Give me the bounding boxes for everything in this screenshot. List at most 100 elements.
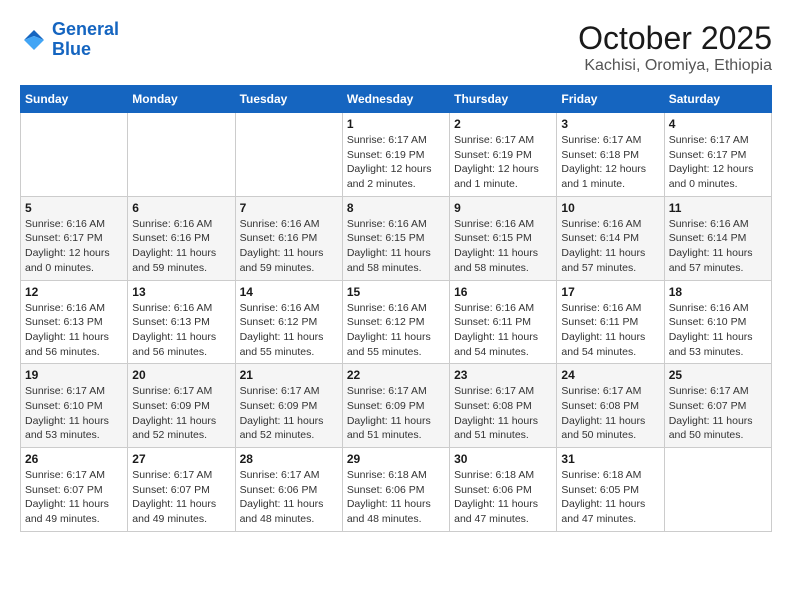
day-number: 6: [132, 201, 230, 215]
calendar-day-21: 21 Sunrise: 6:17 AMSunset: 6:09 PMDayligh…: [235, 364, 342, 448]
day-info: Sunrise: 6:16 AMSunset: 6:16 PMDaylight:…: [240, 217, 338, 276]
day-info: Sunrise: 6:17 AMSunset: 6:19 PMDaylight:…: [454, 133, 552, 192]
calendar-day-3: 3Sunrise: 6:17 AMSunset: 6:18 PMDaylight…: [557, 113, 664, 197]
weekday-header-sunday: Sunday: [21, 86, 128, 113]
title-block: October 2025 Kachisi, Oromiya, Ethiopia: [578, 20, 772, 75]
calendar-day-25: 25 Sunrise: 6:17 AMSunset: 6:07 PMDayligh…: [664, 364, 771, 448]
calendar-day-10: 10 Sunrise: 6:16 AMSunset: 6:14 PMDayligh…: [557, 196, 664, 280]
weekday-header-monday: Monday: [128, 86, 235, 113]
calendar-week-2: 5 Sunrise: 6:16 AMSunset: 6:17 PMDaylight…: [21, 196, 772, 280]
day-info: Sunrise: 6:16 AMSunset: 6:10 PMDaylight:…: [669, 301, 767, 360]
calendar-day-15: 15Sunrise: 6:16 AMSunset: 6:12 PMDayligh…: [342, 280, 449, 364]
day-info: Sunrise: 6:17 AMSunset: 6:08 PMDaylight:…: [561, 384, 659, 443]
empty-cell: [664, 448, 771, 532]
calendar-day-11: 11 Sunrise: 6:16 AMSunset: 6:14 PMDayligh…: [664, 196, 771, 280]
day-info: Sunrise: 6:18 AMSunset: 6:06 PMDaylight:…: [347, 468, 445, 527]
calendar-day-30: 30Sunrise: 6:18 AMSunset: 6:06 PMDayligh…: [450, 448, 557, 532]
calendar-day-24: 24 Sunrise: 6:17 AMSunset: 6:08 PMDayligh…: [557, 364, 664, 448]
day-info: Sunrise: 6:17 AMSunset: 6:09 PMDaylight:…: [240, 384, 338, 443]
day-info: Sunrise: 6:17 AMSunset: 6:19 PMDaylight:…: [347, 133, 445, 192]
calendar-day-23: 23 Sunrise: 6:17 AMSunset: 6:08 PMDayligh…: [450, 364, 557, 448]
calendar-day-26: 26 Sunrise: 6:17 AMSunset: 6:07 PMDayligh…: [21, 448, 128, 532]
day-info: Sunrise: 6:18 AMSunset: 6:05 PMDaylight:…: [561, 468, 659, 527]
day-info: Sunrise: 6:17 AMSunset: 6:07 PMDaylight:…: [132, 468, 230, 527]
weekday-header-wednesday: Wednesday: [342, 86, 449, 113]
day-info: Sunrise: 6:16 AMSunset: 6:13 PMDaylight:…: [25, 301, 123, 360]
day-number: 31: [561, 452, 659, 466]
calendar-week-4: 19 Sunrise: 6:17 AMSunset: 6:10 PMDayligh…: [21, 364, 772, 448]
page-header: General Blue October 2025 Kachisi, Oromi…: [20, 20, 772, 75]
day-number: 11: [669, 201, 767, 215]
day-info: Sunrise: 6:17 AMSunset: 6:17 PMDaylight:…: [669, 133, 767, 192]
weekday-header-friday: Friday: [557, 86, 664, 113]
day-number: 12: [25, 285, 123, 299]
day-number: 21: [240, 368, 338, 382]
calendar-table: SundayMondayTuesdayWednesdayThursdayFrid…: [20, 85, 772, 532]
calendar-day-28: 28Sunrise: 6:17 AMSunset: 6:06 PMDayligh…: [235, 448, 342, 532]
day-info: Sunrise: 6:16 AMSunset: 6:11 PMDaylight:…: [561, 301, 659, 360]
day-info: Sunrise: 6:16 AMSunset: 6:17 PMDaylight:…: [25, 217, 123, 276]
logo-icon: [20, 26, 48, 54]
day-number: 25: [669, 368, 767, 382]
calendar-day-7: 7 Sunrise: 6:16 AMSunset: 6:16 PMDaylight…: [235, 196, 342, 280]
day-info: Sunrise: 6:17 AMSunset: 6:08 PMDaylight:…: [454, 384, 552, 443]
calendar-day-1: 1 Sunrise: 6:17 AMSunset: 6:19 PMDaylight…: [342, 113, 449, 197]
logo-text: General Blue: [52, 20, 119, 60]
calendar-day-22: 22Sunrise: 6:17 AMSunset: 6:09 PMDayligh…: [342, 364, 449, 448]
day-number: 23: [454, 368, 552, 382]
calendar-week-3: 12 Sunrise: 6:16 AMSunset: 6:13 PMDayligh…: [21, 280, 772, 364]
day-number: 30: [454, 452, 552, 466]
calendar-week-1: 1 Sunrise: 6:17 AMSunset: 6:19 PMDaylight…: [21, 113, 772, 197]
day-number: 20: [132, 368, 230, 382]
calendar-day-5: 5 Sunrise: 6:16 AMSunset: 6:17 PMDaylight…: [21, 196, 128, 280]
weekday-header-row: SundayMondayTuesdayWednesdayThursdayFrid…: [21, 86, 772, 113]
day-number: 3: [561, 117, 659, 131]
day-number: 1: [347, 117, 445, 131]
logo-general: General: [52, 19, 119, 39]
calendar-day-18: 18 Sunrise: 6:16 AMSunset: 6:10 PMDayligh…: [664, 280, 771, 364]
calendar-day-31: 31 Sunrise: 6:18 AMSunset: 6:05 PMDayligh…: [557, 448, 664, 532]
calendar-day-20: 20Sunrise: 6:17 AMSunset: 6:09 PMDayligh…: [128, 364, 235, 448]
empty-cell: [128, 113, 235, 197]
day-number: 5: [25, 201, 123, 215]
day-info: Sunrise: 6:17 AMSunset: 6:07 PMDaylight:…: [25, 468, 123, 527]
day-number: 24: [561, 368, 659, 382]
day-info: Sunrise: 6:16 AMSunset: 6:13 PMDaylight:…: [132, 301, 230, 360]
weekday-header-tuesday: Tuesday: [235, 86, 342, 113]
day-number: 18: [669, 285, 767, 299]
day-info: Sunrise: 6:16 AMSunset: 6:12 PMDaylight:…: [347, 301, 445, 360]
day-number: 4: [669, 117, 767, 131]
day-number: 26: [25, 452, 123, 466]
day-number: 16: [454, 285, 552, 299]
empty-cell: [235, 113, 342, 197]
calendar-day-16: 16 Sunrise: 6:16 AMSunset: 6:11 PMDayligh…: [450, 280, 557, 364]
calendar-day-2: 2 Sunrise: 6:17 AMSunset: 6:19 PMDaylight…: [450, 113, 557, 197]
calendar-week-5: 26 Sunrise: 6:17 AMSunset: 6:07 PMDayligh…: [21, 448, 772, 532]
day-info: Sunrise: 6:17 AMSunset: 6:10 PMDaylight:…: [25, 384, 123, 443]
logo-blue: Blue: [52, 39, 91, 59]
day-number: 17: [561, 285, 659, 299]
day-number: 29: [347, 452, 445, 466]
day-number: 19: [25, 368, 123, 382]
day-info: Sunrise: 6:16 AMSunset: 6:11 PMDaylight:…: [454, 301, 552, 360]
day-info: Sunrise: 6:16 AMSunset: 6:14 PMDaylight:…: [669, 217, 767, 276]
day-info: Sunrise: 6:16 AMSunset: 6:12 PMDaylight:…: [240, 301, 338, 360]
weekday-header-saturday: Saturday: [664, 86, 771, 113]
day-number: 7: [240, 201, 338, 215]
calendar-day-29: 29 Sunrise: 6:18 AMSunset: 6:06 PMDayligh…: [342, 448, 449, 532]
day-number: 13: [132, 285, 230, 299]
day-info: Sunrise: 6:17 AMSunset: 6:07 PMDaylight:…: [669, 384, 767, 443]
day-number: 14: [240, 285, 338, 299]
day-info: Sunrise: 6:16 AMSunset: 6:15 PMDaylight:…: [454, 217, 552, 276]
day-info: Sunrise: 6:16 AMSunset: 6:16 PMDaylight:…: [132, 217, 230, 276]
calendar-day-27: 27 Sunrise: 6:17 AMSunset: 6:07 PMDayligh…: [128, 448, 235, 532]
day-number: 9: [454, 201, 552, 215]
day-number: 10: [561, 201, 659, 215]
day-number: 27: [132, 452, 230, 466]
calendar-day-8: 8Sunrise: 6:16 AMSunset: 6:15 PMDaylight…: [342, 196, 449, 280]
day-number: 2: [454, 117, 552, 131]
empty-cell: [21, 113, 128, 197]
day-info: Sunrise: 6:16 AMSunset: 6:14 PMDaylight:…: [561, 217, 659, 276]
day-info: Sunrise: 6:17 AMSunset: 6:06 PMDaylight:…: [240, 468, 338, 527]
day-info: Sunrise: 6:16 AMSunset: 6:15 PMDaylight:…: [347, 217, 445, 276]
